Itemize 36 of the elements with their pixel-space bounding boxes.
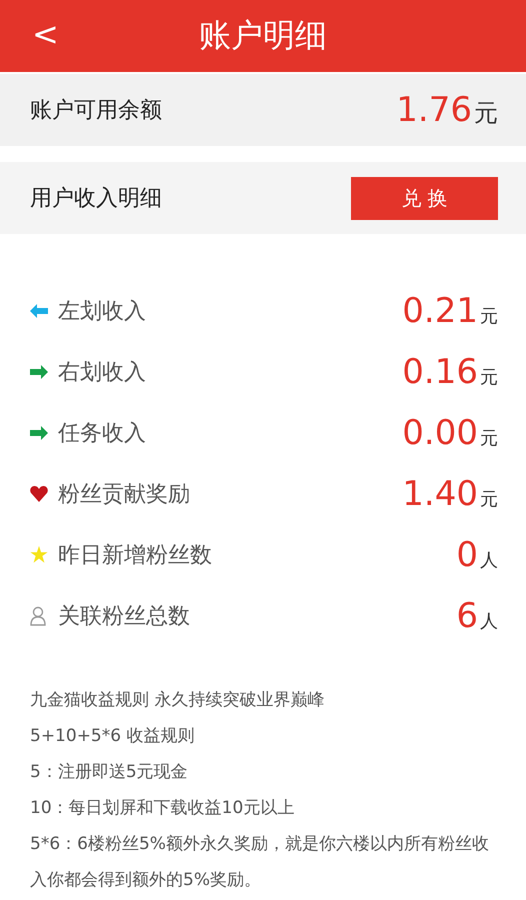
unit-label: 元: [480, 488, 498, 510]
rule-text: 九金猫收益规则 永久持续突破业界巅峰: [30, 689, 326, 712]
star-icon: [30, 546, 48, 564]
unit-label: 元: [480, 304, 498, 328]
income-amount: 6: [456, 596, 478, 636]
back-button[interactable]: <: [24, 14, 67, 54]
unit-label: 元: [480, 426, 498, 450]
rule-text: 5：注册即送5元现金: [30, 761, 189, 784]
income-label: 左划收入: [58, 298, 147, 326]
rule-text: 10：每日划屏和下载收益10元以上: [30, 797, 296, 820]
income-label: 任务收入: [58, 420, 147, 448]
income-amount: 1.40: [402, 474, 478, 514]
currency-unit: 元: [474, 98, 498, 129]
left-arrow-icon: [30, 304, 48, 318]
right-arrow-icon: [30, 364, 48, 378]
balance-amount: 1.76: [396, 90, 472, 130]
exchange-button[interactable]: 兑 换: [351, 176, 498, 220]
page-title: 账户明细: [199, 15, 327, 56]
income-amount: 0.21: [402, 290, 478, 330]
rule-text: 5*6：6楼粉丝5%额外永久奖励，就是你六楼以内所有粉丝收入你都会得到额外的5%奖励。: [30, 833, 490, 892]
section-label: 用户收入明细: [30, 185, 162, 213]
income-amount: 0: [456, 534, 478, 574]
income-label: 右划收入: [58, 358, 147, 386]
unit-label: 人: [480, 610, 498, 632]
right-arrow-icon: [30, 426, 48, 440]
income-amount: 0.00: [402, 412, 478, 452]
income-amount: 0.16: [402, 352, 478, 392]
balance-label: 账户可用余额: [30, 97, 162, 125]
income-label: 关联粉丝总数: [58, 602, 191, 630]
unit-label: 元: [480, 366, 498, 388]
income-label: 昨日新增粉丝数: [58, 542, 213, 570]
user-icon: [30, 606, 48, 626]
income-label: 粉丝贡献奖励: [58, 480, 191, 508]
heart-icon: [30, 486, 48, 502]
rule-text: 5+10+5*6 收益规则: [30, 725, 196, 748]
unit-label: 人: [480, 548, 498, 572]
